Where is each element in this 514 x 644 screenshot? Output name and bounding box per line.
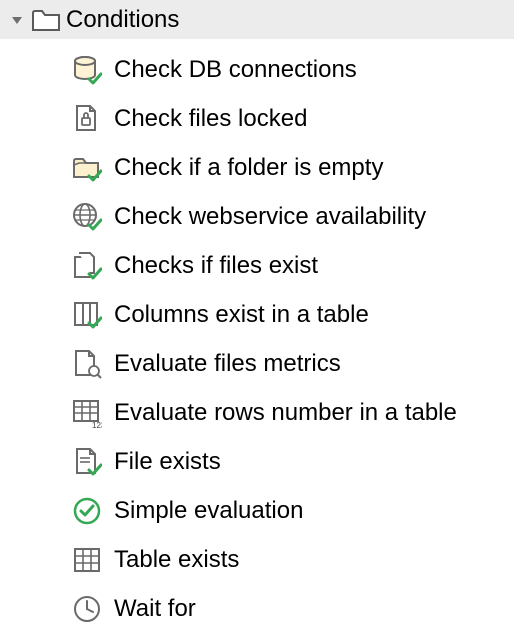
tree-item-label: Check if a folder is empty xyxy=(114,154,383,182)
tree-item-check-db[interactable]: Check DB connections xyxy=(70,45,514,94)
tree-item-file-exists[interactable]: File exists xyxy=(70,437,514,486)
tree-item-files-locked[interactable]: Check files locked xyxy=(70,94,514,143)
tree-item-simple-eval[interactable]: Simple evaluation xyxy=(70,486,514,535)
tree-item-label: Columns exist in a table xyxy=(114,301,369,329)
tree-item-webservice[interactable]: Check webservice availability xyxy=(70,192,514,241)
tree-item-label: Wait for xyxy=(114,595,196,623)
folder-check-icon xyxy=(70,151,104,185)
table-icon xyxy=(70,543,104,577)
tree-item-label: Evaluate rows number in a table xyxy=(114,399,457,427)
tree-item-label: Check DB connections xyxy=(114,56,357,84)
tree-item-label: Check files locked xyxy=(114,105,307,133)
tree-item-label: File exists xyxy=(114,448,221,476)
tree-item-wait-for[interactable]: Wait for xyxy=(70,584,514,633)
file-metrics-icon xyxy=(70,347,104,381)
disclosure-triangle-icon[interactable] xyxy=(8,11,26,29)
tree-root: Conditions Check DB connections xyxy=(0,0,514,633)
tree-item-columns-exist[interactable]: Columns exist in a table xyxy=(70,290,514,339)
file-lock-icon xyxy=(70,102,104,136)
tree-item-table-exists[interactable]: Table exists xyxy=(70,535,514,584)
columns-check-icon xyxy=(70,298,104,332)
circle-check-icon xyxy=(70,494,104,528)
db-check-icon xyxy=(70,53,104,87)
table-rows-icon: 123 xyxy=(70,396,104,430)
tree-item-file-metrics[interactable]: Evaluate files metrics xyxy=(70,339,514,388)
tree-children: Check DB connections Check files locked xyxy=(0,39,514,633)
tree-item-label: Simple evaluation xyxy=(114,497,303,525)
file-check-icon xyxy=(70,445,104,479)
tree-item-label: Check webservice availability xyxy=(114,203,426,231)
globe-check-icon xyxy=(70,200,104,234)
tree-item-rows-number[interactable]: 123 Evaluate rows number in a table xyxy=(70,388,514,437)
tree-category-header[interactable]: Conditions xyxy=(0,0,514,39)
tree-item-label: Table exists xyxy=(114,546,239,574)
category-label: Conditions xyxy=(66,6,179,34)
svg-text:123: 123 xyxy=(92,421,102,428)
tree-item-files-exist[interactable]: Checks if files exist xyxy=(70,241,514,290)
files-check-icon xyxy=(70,249,104,283)
tree-item-folder-empty[interactable]: Check if a folder is empty xyxy=(70,143,514,192)
folder-icon xyxy=(32,6,60,34)
tree-item-label: Evaluate files metrics xyxy=(114,350,341,378)
clock-icon xyxy=(70,592,104,626)
tree-item-label: Checks if files exist xyxy=(114,252,318,280)
